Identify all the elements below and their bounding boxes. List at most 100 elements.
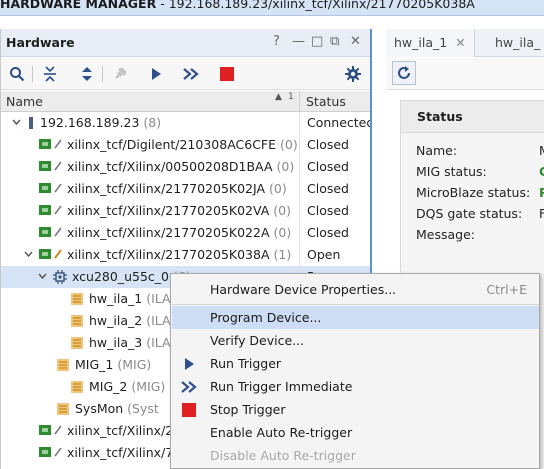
menu-item-label: Hardware Device Properties... bbox=[210, 282, 397, 297]
close-icon[interactable]: ✕ bbox=[350, 34, 361, 49]
tab-label: hw_ila_ bbox=[495, 35, 541, 50]
status-panel-header: Status bbox=[401, 101, 544, 133]
board-icon bbox=[39, 183, 51, 193]
link-icon bbox=[54, 205, 62, 215]
menu-item-label: Verify Device... bbox=[210, 333, 305, 348]
tree-row-label: hw_ila_2 (ILA) bbox=[89, 313, 176, 328]
chevron-down-icon[interactable] bbox=[12, 118, 21, 127]
search-button[interactable] bbox=[5, 62, 29, 86]
menu-item-enable-auto-retrigger[interactable]: Enable Auto Re-trigger bbox=[172, 421, 539, 444]
menu-item-label: Run Trigger bbox=[210, 356, 282, 371]
tree-row-server[interactable]: 192.168.189.23 (8) Connected bbox=[1, 112, 372, 134]
menu-item-verify-device[interactable]: Verify Device... bbox=[172, 329, 539, 352]
column-divider bbox=[299, 134, 300, 156]
tree-row-target[interactable]: xilinx_tcf/Digilent/210308AC6CFE (0) Clo… bbox=[1, 134, 370, 156]
tree-row-label: xilinx_tcf/Xilinx/71 bbox=[67, 445, 182, 460]
run-trigger-button[interactable] bbox=[144, 62, 168, 86]
tab-hw-ila[interactable]: hw_ila_ bbox=[487, 29, 544, 57]
status-value: F bbox=[539, 206, 544, 221]
close-icon[interactable]: ✕ bbox=[455, 35, 465, 50]
status-value: P bbox=[539, 185, 544, 200]
column-divider bbox=[299, 200, 300, 222]
status-key: MIG status: bbox=[416, 164, 487, 179]
row-status: Closed bbox=[307, 225, 349, 240]
fast-forward-icon bbox=[181, 379, 197, 395]
tree-row-label: xilinx_tcf/Xilinx/21770205K022A (0) bbox=[67, 225, 292, 240]
tree-row-label: xilinx_tcf/Xilinx/00500208D1BAA (0) bbox=[67, 159, 295, 174]
ila-icon bbox=[71, 293, 83, 305]
status-panel-title: Status bbox=[417, 109, 463, 124]
ila-icon bbox=[71, 315, 83, 327]
play-icon bbox=[181, 356, 197, 372]
tree-column-header: Name ▲ 1 Status bbox=[1, 91, 370, 112]
server-icon bbox=[29, 117, 33, 129]
board-icon bbox=[39, 205, 51, 215]
column-name[interactable]: Name bbox=[6, 94, 43, 109]
column-divider bbox=[299, 244, 300, 266]
tab-label: hw_ila_1 bbox=[394, 35, 448, 50]
tree-row-label: SysMon (Syst bbox=[75, 401, 159, 416]
refresh-button[interactable] bbox=[392, 61, 416, 85]
link-icon bbox=[54, 183, 62, 193]
column-status[interactable]: Status bbox=[306, 94, 346, 109]
expand-all-icon bbox=[82, 67, 92, 81]
hardware-panel-title: Hardware bbox=[6, 35, 75, 50]
tree-row-target[interactable]: xilinx_tcf/Xilinx/00500208D1BAA (0) Clos… bbox=[1, 156, 370, 178]
menu-item-stop-trigger[interactable]: Stop Trigger bbox=[172, 398, 539, 421]
settings-button[interactable] bbox=[341, 62, 365, 86]
expand-all-button[interactable] bbox=[75, 62, 99, 86]
status-key: MicroBlaze status: bbox=[416, 185, 531, 200]
run-trigger-immediate-button[interactable] bbox=[179, 62, 203, 86]
menu-item-run-trigger-immediate[interactable]: Run Trigger Immediate bbox=[172, 375, 539, 398]
refresh-icon bbox=[398, 66, 410, 79]
minimize-icon[interactable]: — bbox=[292, 34, 305, 49]
column-divider bbox=[299, 156, 300, 178]
collapse-all-button[interactable] bbox=[38, 62, 62, 86]
tree-row-target-open[interactable]: xilinx_tcf/Xilinx/21770205K038A (1) Open bbox=[1, 244, 370, 266]
tree-row-target[interactable]: xilinx_tcf/Xilinx/21770205K02VA (0) Clos… bbox=[1, 200, 370, 222]
board-icon bbox=[39, 447, 51, 457]
dashboard-toolbar bbox=[386, 58, 544, 90]
menu-item-run-trigger[interactable]: Run Trigger bbox=[172, 352, 539, 375]
board-icon bbox=[39, 227, 51, 237]
chip-icon bbox=[53, 270, 67, 284]
play-icon bbox=[152, 68, 161, 80]
stop-icon bbox=[181, 402, 197, 418]
mig-icon bbox=[71, 381, 83, 393]
float-icon[interactable]: ⧉ bbox=[330, 34, 339, 49]
window-title-bar: HARDWARE MANAGER - 192.168.189.23/xilinx… bbox=[0, 0, 544, 16]
dashboard-tabs: hw_ila_1 ✕ hw_ila_ bbox=[386, 29, 544, 57]
chevron-down-icon[interactable] bbox=[38, 272, 47, 281]
tree-row-target[interactable]: xilinx_tcf/Xilinx/21770205K022A (0) Clos… bbox=[1, 222, 370, 244]
row-status: Connected bbox=[307, 115, 372, 130]
tab-hw-ila-1[interactable]: hw_ila_1 ✕ bbox=[386, 29, 475, 57]
row-status: Closed bbox=[307, 159, 349, 174]
row-status: Closed bbox=[307, 181, 349, 196]
menu-item-program-device[interactable]: Program Device... bbox=[172, 306, 539, 329]
link-icon bbox=[54, 425, 62, 435]
link-open-icon bbox=[54, 249, 62, 259]
stop-icon bbox=[220, 67, 234, 81]
menu-item-hardware-device-properties[interactable]: Hardware Device Properties... Ctrl+E bbox=[172, 278, 539, 301]
board-icon bbox=[39, 249, 51, 259]
chevron-down-icon[interactable] bbox=[24, 250, 33, 259]
menu-item-label: Program Device... bbox=[210, 310, 322, 325]
column-divider bbox=[299, 112, 300, 134]
auto-connect-button[interactable] bbox=[108, 62, 132, 86]
help-icon[interactable]: ? bbox=[273, 34, 280, 49]
menu-item-disable-auto-retrigger: Disable Auto Re-trigger bbox=[172, 444, 539, 467]
toolbar-divider bbox=[102, 66, 103, 82]
row-status: Open bbox=[307, 247, 341, 262]
column-divider[interactable] bbox=[299, 91, 300, 112]
fast-forward-icon bbox=[183, 68, 199, 80]
row-status: Closed bbox=[307, 137, 349, 152]
restore-icon[interactable]: □ bbox=[311, 34, 323, 49]
menu-item-label: Stop Trigger bbox=[210, 402, 286, 417]
menu-item-shortcut: Ctrl+E bbox=[486, 282, 527, 297]
stop-trigger-button[interactable] bbox=[215, 62, 239, 86]
tree-row-target[interactable]: xilinx_tcf/Xilinx/21770205K02JA (0) Clos… bbox=[1, 178, 370, 200]
sort-asc-icon[interactable]: ▲ bbox=[275, 92, 282, 102]
toolbar-divider bbox=[32, 66, 33, 82]
sysmon-icon bbox=[57, 403, 69, 415]
collapse-all-icon bbox=[44, 66, 56, 82]
